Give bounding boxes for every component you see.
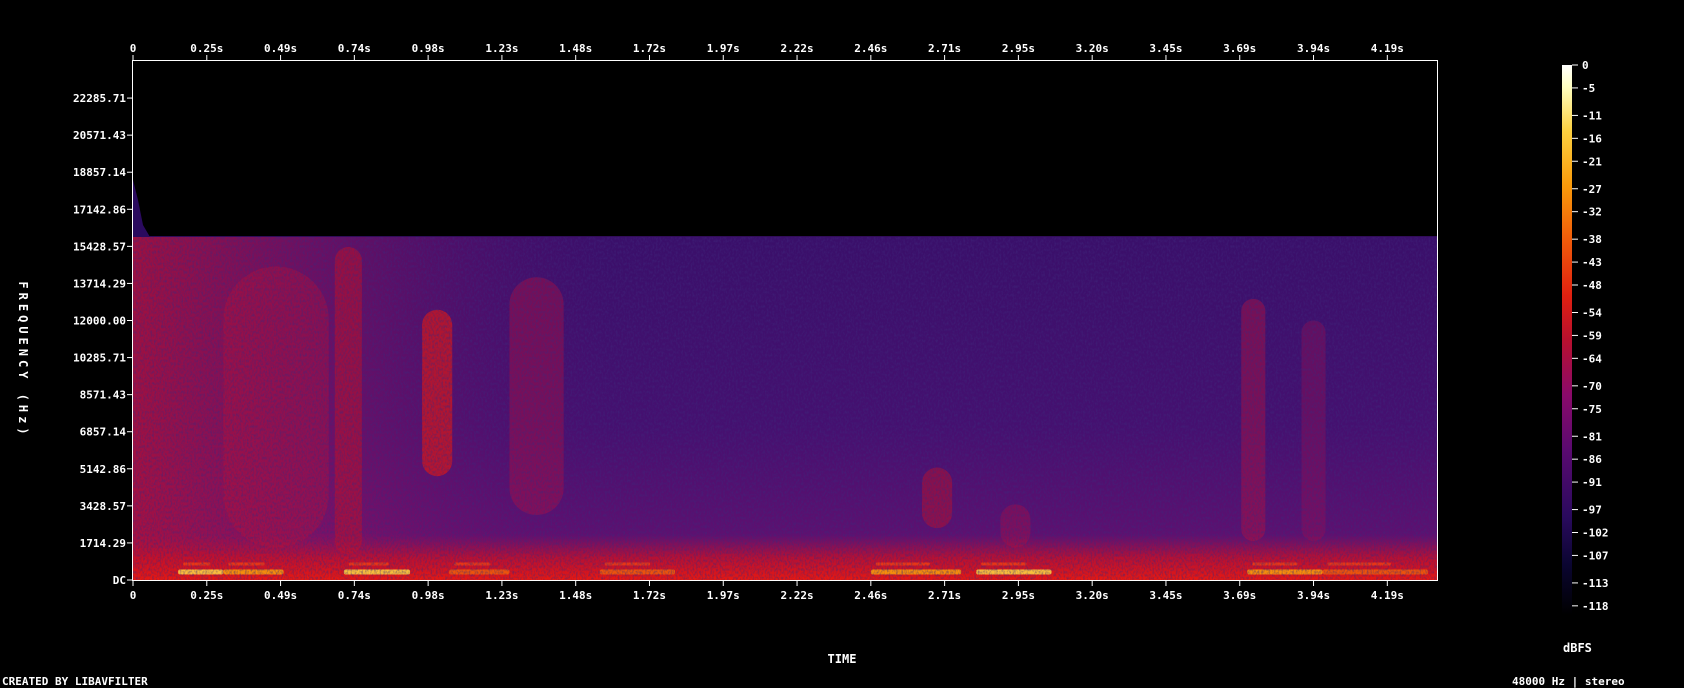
noise-texture (133, 237, 1437, 580)
x-top-tick-label: 1.23s (485, 42, 518, 55)
x-top-tick-label: 3.69s (1223, 42, 1256, 55)
x-top-tick-label: 4.19s (1371, 42, 1404, 55)
x-bottom-tick-label: 2.46s (854, 589, 887, 602)
plot-area (132, 60, 1438, 581)
x-top-tick-label: 1.97s (707, 42, 740, 55)
x-top-tick-label: 0.49s (264, 42, 297, 55)
x-bottom-tick-label: 4.19s (1371, 589, 1404, 602)
x-top-tick-label: 1.72s (633, 42, 666, 55)
colorbar-tick-label: -48 (1582, 279, 1602, 292)
x-top-tick-label: 1.48s (559, 42, 592, 55)
colorbar-tick-label: -102 (1582, 527, 1609, 540)
y-tick-label: 22285.71 (73, 92, 126, 105)
colorbar: 0 -5 -11 -16 -21 -27 -32 -38 -43 -48 -54 -59 -64 -70 -… (1562, 59, 1609, 655)
colorbar-tick-label: -64 (1582, 352, 1602, 365)
x-bottom-tick-label: 3.69s (1223, 589, 1256, 602)
y-tick-label: DC (113, 574, 126, 587)
x-bottom-tick-label: 1.23s (485, 589, 518, 602)
x-top-tick-label: 0.25s (190, 42, 223, 55)
y-tick-label: 17142.86 (73, 203, 126, 216)
colorbar-tick-label: -70 (1582, 380, 1602, 393)
y-tick-label: 8571.43 (80, 389, 126, 402)
x-top-tick-label: 2.46s (854, 42, 887, 55)
colorbar-ticks: 0 -5 -11 -16 -21 -27 -32 -38 -43 -48 -54 -59 -64 -70 -… (1572, 59, 1609, 613)
y-axis-label: FREQUENCY (Hz) (16, 281, 30, 438)
x-top-tick-label: 2.71s (928, 42, 961, 55)
x-bottom-tick-label: 2.22s (780, 589, 813, 602)
y-tick-label: 10285.71 (73, 352, 126, 365)
colorbar-tick-label: -107 (1582, 549, 1609, 562)
y-tick-label: 6857.14 (80, 426, 127, 439)
x-bottom-tick-label: 3.20s (1076, 589, 1109, 602)
colorbar-tick-label: -113 (1582, 577, 1609, 590)
colorbar-tick-label: -91 (1582, 476, 1602, 489)
colorbar-tick-label: 0 (1582, 59, 1589, 72)
colorbar-tick-label: -43 (1582, 256, 1602, 269)
y-tick-label: 12000.00 (73, 315, 126, 328)
y-tick-label: 3428.57 (80, 500, 126, 513)
x-bottom-tick-label: 2.71s (928, 589, 961, 602)
colorbar-tick-label: -54 (1582, 307, 1602, 320)
footer-format: 48000 Hz | stereo (1512, 675, 1625, 688)
x-bottom-tick-label: 1.72s (633, 589, 666, 602)
x-bottom-tick-label: 3.94s (1297, 589, 1330, 602)
x-axis-label: TIME (828, 652, 857, 666)
x-bottom-tick-label: 2.95s (1002, 589, 1035, 602)
colorbar-tick-label: -38 (1582, 233, 1602, 246)
x-top-tick-label: 0.98s (412, 42, 445, 55)
x-top-tick-label: 3.20s (1076, 42, 1109, 55)
x-bottom-tick-label: 0.74s (338, 589, 371, 602)
y-tick-label: 1714.29 (80, 537, 126, 550)
x-bottom-tick-label: 0.25s (190, 589, 223, 602)
x-bottom-tick-label: 0.49s (264, 589, 297, 602)
colorbar-tick-label: -86 (1582, 453, 1602, 466)
colorbar-label: dBFS (1563, 641, 1592, 655)
x-bottom-tick-label: 1.48s (559, 589, 592, 602)
colorbar-gradient (1562, 65, 1572, 615)
x-top-tick-label: 2.95s (1002, 42, 1035, 55)
colorbar-tick-label: -27 (1582, 183, 1602, 196)
x-bottom-tick-label: 1.97s (707, 589, 740, 602)
x-top-tick-label: 3.45s (1149, 42, 1182, 55)
colorbar-tick-label: -16 (1582, 132, 1602, 145)
x-top-tick-label: 0 (130, 42, 137, 55)
colorbar-tick-label: -75 (1582, 403, 1602, 416)
x-axis-bottom: 0 0.25s 0.49s 0.74s 0.98s 1.23s 1.48s 1.72s 1.97… (130, 580, 1404, 602)
y-tick-label: 20571.43 (73, 129, 126, 142)
x-bottom-tick-label: 0 (130, 589, 137, 602)
x-bottom-tick-label: 3.45s (1149, 589, 1182, 602)
spectrogram-chart: 0 0.25s 0.49s 0.74s 0.98s 1.23s 1.48s 1.72s 1.97… (2, 42, 1625, 688)
x-top-tick-label: 3.94s (1297, 42, 1330, 55)
colorbar-tick-label: -5 (1582, 82, 1595, 95)
colorbar-tick-label: -118 (1582, 600, 1609, 613)
x-top-tick-label: 0.74s (338, 42, 371, 55)
x-top-tick-label: 2.22s (780, 42, 813, 55)
footer-credit: CREATED BY LIBAVFILTER (2, 675, 148, 688)
colorbar-tick-label: -97 (1582, 504, 1602, 517)
y-tick-label: 5142.86 (80, 463, 127, 476)
y-tick-label: 18857.14 (73, 166, 126, 179)
y-axis: DC 1714.29 3428.57 5142.86 6857.14 8571.43 102… (73, 92, 133, 587)
colorbar-tick-label: -21 (1582, 155, 1602, 168)
colorbar-tick-label: -32 (1582, 206, 1602, 219)
colorbar-tick-label: -81 (1582, 430, 1602, 443)
colorbar-tick-label: -11 (1582, 109, 1602, 122)
colorbar-tick-label: -59 (1582, 329, 1602, 342)
y-tick-label: 15428.57 (73, 240, 126, 253)
y-tick-label: 13714.29 (73, 277, 126, 290)
x-axis-top: 0 0.25s 0.49s 0.74s 0.98s 1.23s 1.48s 1.72s 1.97… (130, 42, 1404, 61)
x-bottom-tick-label: 0.98s (412, 589, 445, 602)
